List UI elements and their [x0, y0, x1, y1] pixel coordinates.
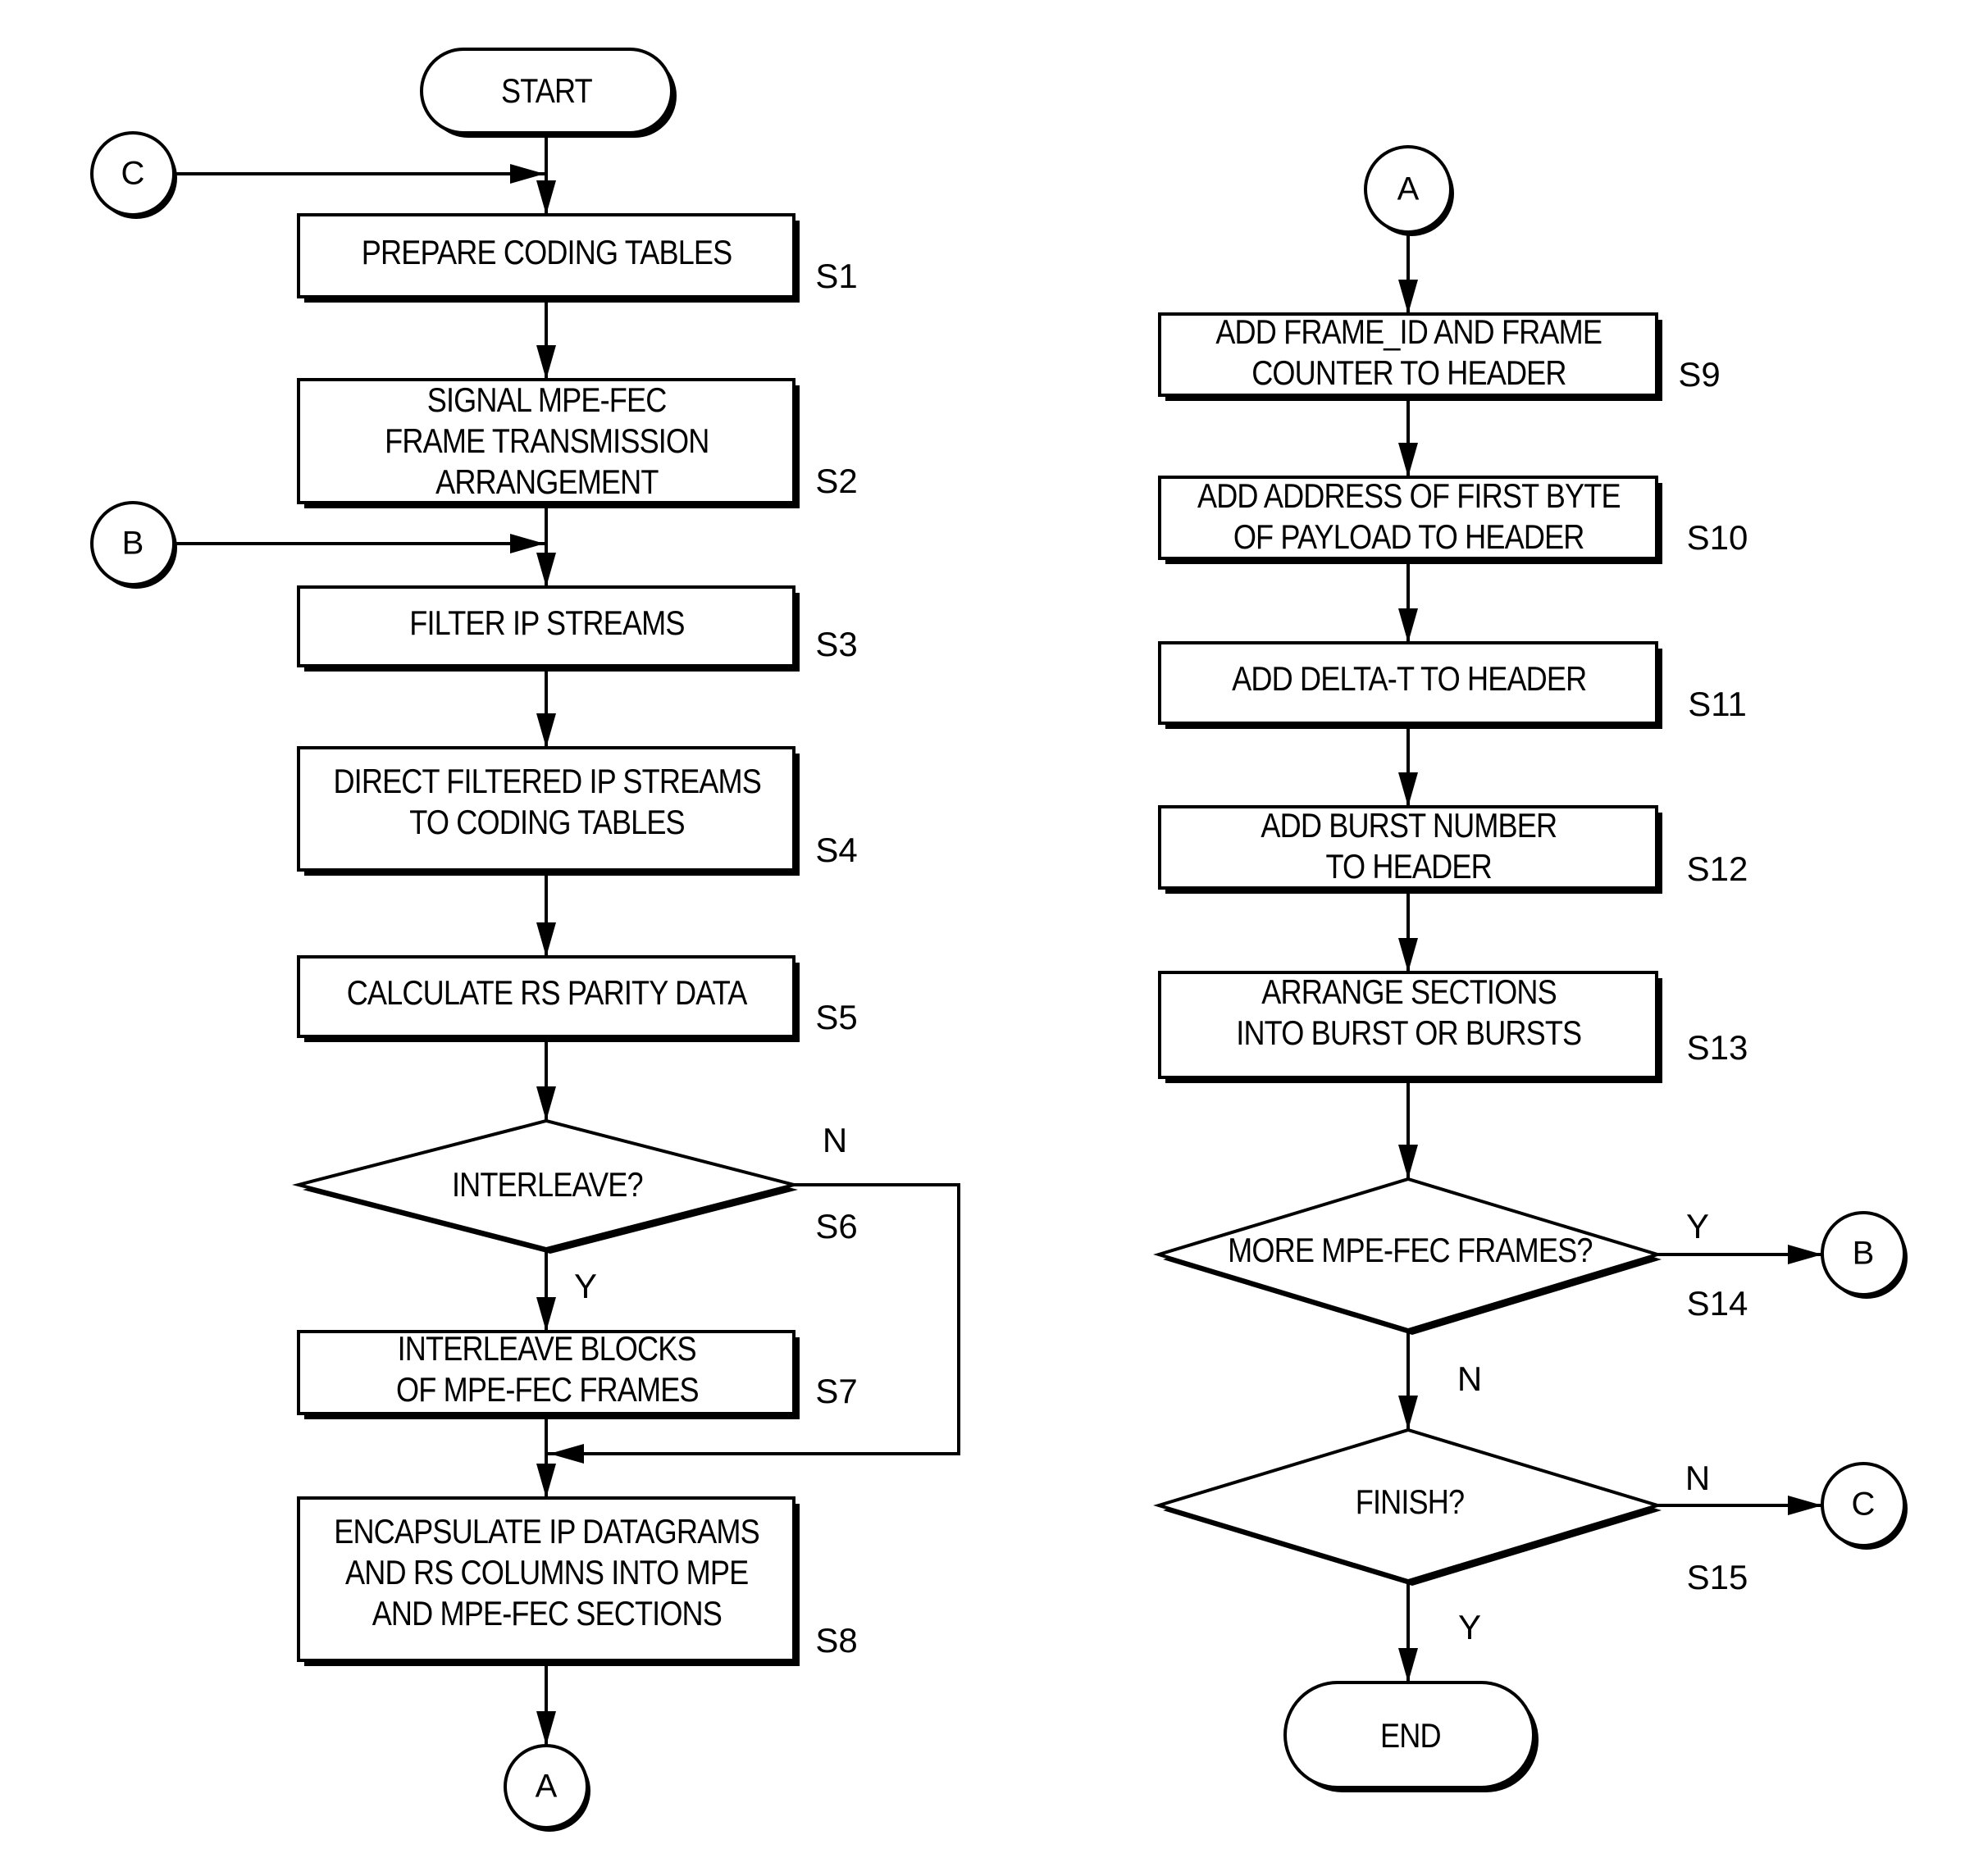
arrowhead-b-out	[1788, 1245, 1822, 1264]
step-id-s8: S8	[815, 1621, 858, 1660]
step-id-s3: S3	[815, 625, 858, 663]
arrowhead-s9	[1398, 280, 1418, 314]
step-s5-label: CALCULATE RS PARITY DATA	[347, 973, 748, 1012]
step-id-s12: S12	[1686, 849, 1748, 888]
step-s7-label: INTERLEAVE BLOCKS OF MPE-FEC FRAMES	[395, 1329, 700, 1409]
step-s13-label: ARRANGE SECTIONS INTO BURST OR BURSTS	[1236, 972, 1583, 1052]
step-id-s7: S7	[815, 1372, 858, 1410]
arrowhead-s8	[536, 1464, 556, 1498]
step-s12-label: ADD BURST NUMBER TO HEADER	[1261, 806, 1558, 886]
arrowhead-s6	[536, 1086, 556, 1121]
arrowhead-s3	[536, 553, 556, 587]
arrowhead-s11	[1398, 608, 1418, 643]
arrowhead-end	[1398, 1648, 1418, 1682]
arrowhead-a-out	[536, 1711, 556, 1746]
step-s8-label: ENCAPSULATE IP DATAGRAMS AND RS COLUMNS I…	[334, 1511, 760, 1632]
arrowhead-s10	[1398, 443, 1418, 477]
s6-yes-label: Y	[573, 1267, 598, 1305]
connector-c-in-label: C	[121, 155, 145, 192]
arrowhead-s1	[536, 180, 556, 215]
step-s3-label: FILTER IP STREAMS	[409, 603, 685, 642]
arrowhead-s4	[536, 713, 556, 748]
arrowhead-c-out	[1788, 1496, 1822, 1515]
arrowhead-b-in	[510, 534, 545, 553]
decision-s15-label: FINISH?	[1355, 1482, 1465, 1521]
step-id-s13: S13	[1686, 1028, 1748, 1067]
step-s2-label: SIGNAL MPE-FEC FRAME TRANSMISSION ARRANGEM…	[385, 380, 709, 501]
end-terminal-label: END	[1379, 1715, 1442, 1755]
arrowhead-s12	[1398, 772, 1418, 807]
arrowhead-s6-no	[549, 1444, 584, 1464]
connector-a-out-label: A	[535, 1768, 558, 1805]
step-s9-label: ADD FRAME_ID AND FRAME COUNTER TO HEADER	[1215, 312, 1603, 392]
decision-s6-label: INTERLEAVE?	[451, 1165, 644, 1204]
step-s1-label: PREPARE CODING TABLES	[362, 233, 732, 271]
s14-no-label: N	[1457, 1359, 1483, 1398]
step-id-s9: S9	[1678, 355, 1721, 394]
s15-yes-label: Y	[1457, 1608, 1482, 1646]
arrowhead-s15	[1398, 1396, 1418, 1430]
step-id-s14: S14	[1686, 1284, 1748, 1323]
step-id-s2: S2	[815, 462, 858, 500]
connector-a-in-label: A	[1397, 171, 1420, 207]
step-id-s10: S10	[1686, 518, 1748, 557]
arrowhead-s14	[1398, 1145, 1418, 1179]
start-terminal-label: START	[501, 71, 593, 110]
s14-yes-label: Y	[1685, 1207, 1710, 1245]
s6-no-label: N	[822, 1121, 848, 1159]
step-s10-label: ADD ADDRESS OF FIRST BYTE OF PAYLOAD TO H…	[1197, 476, 1621, 556]
arrowhead-s2	[536, 345, 556, 380]
step-id-s6: S6	[815, 1207, 858, 1245]
arrowhead-s5	[536, 922, 556, 957]
step-id-s5: S5	[815, 998, 858, 1036]
flowchart-shapes	[90, 48, 1908, 1832]
step-id-s1: S1	[815, 257, 858, 295]
step-id-s11: S11	[1688, 685, 1747, 723]
step-s11-label: ADD DELTA-T TO HEADER	[1231, 659, 1587, 698]
connector-b-in-label: B	[121, 525, 144, 562]
step-id-s4: S4	[815, 831, 858, 869]
connector-b-out-label: B	[1852, 1235, 1875, 1272]
connector-c-out-label: C	[1851, 1486, 1876, 1523]
step-id-s15: S15	[1686, 1558, 1748, 1596]
arrowhead-s7	[536, 1297, 556, 1332]
flowchart: START END PREPARE CODING TABLES SIGNAL M…	[0, 0, 1974, 1876]
step-s4-label: DIRECT FILTERED IP STREAMS TO CODING TABL…	[333, 761, 761, 841]
s15-no-label: N	[1685, 1459, 1711, 1497]
arrowhead-s13	[1398, 938, 1418, 972]
decision-s14-label: MORE MPE-FEC FRAMES?	[1227, 1231, 1593, 1269]
